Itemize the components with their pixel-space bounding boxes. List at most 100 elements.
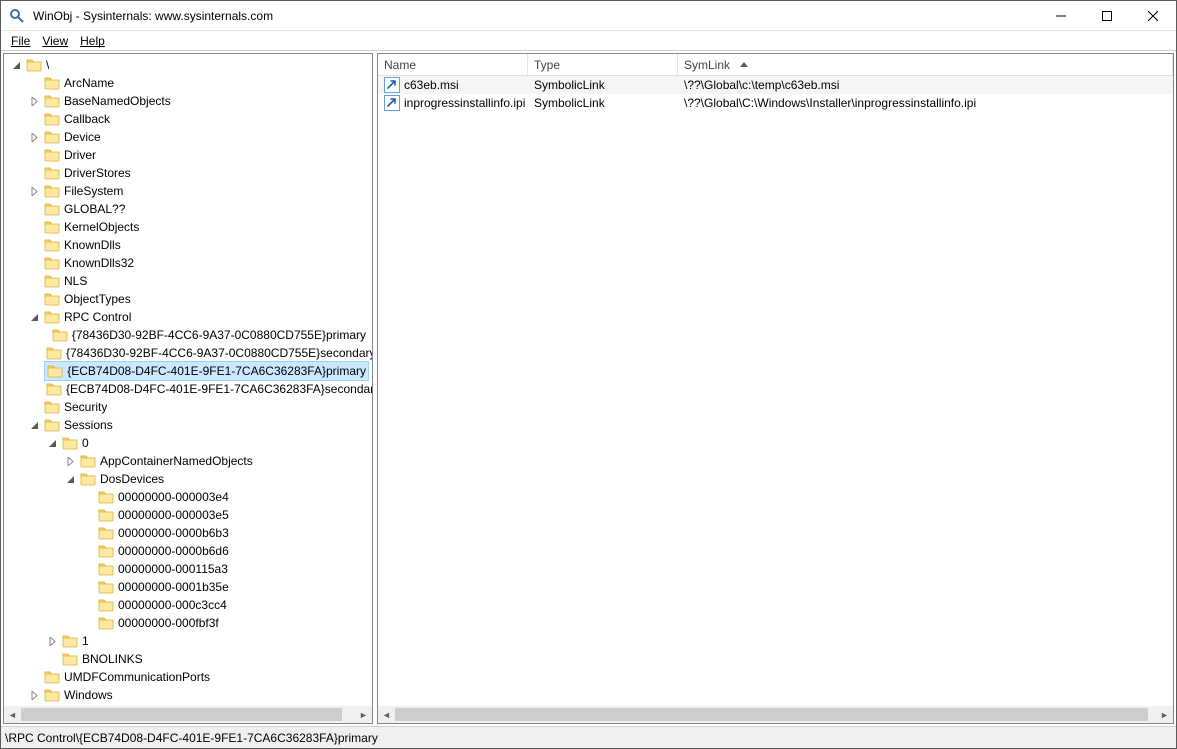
- expander-open-icon[interactable]: [26, 309, 42, 325]
- tree-item[interactable]: KernelObjects: [4, 218, 372, 236]
- scroll-right-icon[interactable]: ►: [1156, 706, 1173, 723]
- folder-icon: [80, 471, 96, 487]
- tree-item-label: 0: [82, 436, 89, 450]
- expander-open-icon[interactable]: [62, 471, 78, 487]
- tree-item[interactable]: FileSystem: [4, 182, 372, 200]
- folder-icon: [98, 525, 114, 541]
- expander-open-icon[interactable]: [8, 57, 24, 73]
- tree-item[interactable]: DosDevices: [4, 470, 372, 488]
- tree-item-label: {78436D30-92BF-4CC6-9A37-0C0880CD755E}pr…: [72, 328, 366, 342]
- tree-item[interactable]: {78436D30-92BF-4CC6-9A37-0C0880CD755E}pr…: [4, 326, 372, 344]
- folder-icon: [44, 687, 60, 703]
- tree-item[interactable]: 00000000-000003e5: [4, 506, 372, 524]
- folder-icon: [46, 345, 62, 361]
- cell-name: c63eb.msi: [378, 77, 528, 93]
- maximize-button[interactable]: [1084, 1, 1130, 31]
- folder-icon: [98, 543, 114, 559]
- tree-item[interactable]: GLOBAL??: [4, 200, 372, 218]
- tree-item[interactable]: Security: [4, 398, 372, 416]
- tree-item[interactable]: Sessions: [4, 416, 372, 434]
- tree-item-label: GLOBAL??: [64, 202, 125, 216]
- menu-view[interactable]: View: [36, 33, 74, 49]
- menu-help[interactable]: Help: [74, 33, 111, 49]
- tree-item[interactable]: {78436D30-92BF-4CC6-9A37-0C0880CD755E}se…: [4, 344, 372, 362]
- tree-item[interactable]: \: [4, 56, 372, 74]
- tree-item-label: FileSystem: [64, 184, 123, 198]
- folder-icon: [52, 327, 68, 343]
- tree-item[interactable]: 00000000-0000b6d6: [4, 542, 372, 560]
- tree-item[interactable]: 1: [4, 632, 372, 650]
- list-view[interactable]: c63eb.msiSymbolicLink\??\Global\c:\temp\…: [378, 76, 1173, 706]
- tree-item[interactable]: 0: [4, 434, 372, 452]
- cell-name: inprogressinstallinfo.ipi: [378, 95, 528, 111]
- tree-item[interactable]: Windows: [4, 686, 372, 704]
- cell-symlink: \??\Global\C:\Windows\Installer\inprogre…: [678, 96, 1173, 110]
- tree-view[interactable]: \ArcNameBaseNamedObjectsCallbackDevice Dr…: [4, 54, 372, 706]
- menu-file[interactable]: File: [5, 33, 36, 49]
- tree-item[interactable]: DriverStores: [4, 164, 372, 182]
- scroll-left-icon[interactable]: ◄: [4, 706, 21, 723]
- tree-item[interactable]: RPC Control: [4, 308, 372, 326]
- tree-hscrollbar[interactable]: ◄ ►: [4, 706, 372, 723]
- tree-item[interactable]: UMDFCommunicationPorts: [4, 668, 372, 686]
- expander-closed-icon[interactable]: [26, 687, 42, 703]
- cell-type: SymbolicLink: [528, 96, 678, 110]
- expander-closed-icon[interactable]: [26, 93, 42, 109]
- list-row[interactable]: c63eb.msiSymbolicLink\??\Global\c:\temp\…: [378, 76, 1173, 94]
- tree-item[interactable]: ObjectTypes: [4, 290, 372, 308]
- app-icon: [9, 8, 25, 24]
- tree-item[interactable]: BaseNamedObjects: [4, 92, 372, 110]
- tree-item-label: KernelObjects: [64, 220, 139, 234]
- scroll-right-icon[interactable]: ►: [355, 706, 372, 723]
- client-area: \ArcNameBaseNamedObjectsCallbackDevice Dr…: [1, 51, 1176, 726]
- tree-item[interactable]: 00000000-000c3cc4: [4, 596, 372, 614]
- tree-item[interactable]: 00000000-0001b35e: [4, 578, 372, 596]
- tree-item[interactable]: BNOLINKS: [4, 650, 372, 668]
- close-button[interactable]: [1130, 1, 1176, 31]
- column-header-symlink[interactable]: SymLink: [678, 54, 1173, 75]
- menu-file-label: File: [11, 34, 30, 48]
- column-header-type[interactable]: Type: [528, 54, 678, 75]
- tree-item[interactable]: Callback: [4, 110, 372, 128]
- shortcut-icon: [384, 95, 400, 111]
- folder-icon: [44, 399, 60, 415]
- tree-item[interactable]: 00000000-000115a3: [4, 560, 372, 578]
- tree-item[interactable]: 00000000-0000b6b3: [4, 524, 372, 542]
- tree-item[interactable]: KnownDlls32: [4, 254, 372, 272]
- folder-icon: [44, 93, 60, 109]
- tree-item[interactable]: ArcName: [4, 74, 372, 92]
- tree-item-label: 1: [82, 634, 89, 648]
- tree-item[interactable]: 00000000-000fbf3f: [4, 614, 372, 632]
- tree-item-label: RPC Control: [64, 310, 131, 324]
- folder-icon: [98, 489, 114, 505]
- scroll-left-icon[interactable]: ◄: [378, 706, 395, 723]
- tree-item[interactable]: NLS: [4, 272, 372, 290]
- cell-type: SymbolicLink: [528, 78, 678, 92]
- tree-item[interactable]: AppContainerNamedObjects: [4, 452, 372, 470]
- tree-item[interactable]: 00000000-000003e4: [4, 488, 372, 506]
- tree-item[interactable]: {ECB74D08-D4FC-401E-9FE1-7CA6C36283FA}pr…: [4, 362, 372, 380]
- list-hscrollbar[interactable]: ◄ ►: [378, 706, 1173, 723]
- folder-icon: [44, 129, 60, 145]
- list-pane: Name Type SymLink c63eb.msiSymbolicLink\…: [377, 53, 1174, 724]
- tree-item[interactable]: Device: [4, 128, 372, 146]
- tree-item-label: Driver: [64, 148, 96, 162]
- tree-item[interactable]: {ECB74D08-D4FC-401E-9FE1-7CA6C36283FA}se…: [4, 380, 372, 398]
- shortcut-icon: [384, 77, 400, 93]
- expander-closed-icon[interactable]: [26, 129, 42, 145]
- folder-icon: [62, 651, 78, 667]
- menu-help-label: Help: [80, 34, 105, 48]
- expander-closed-icon[interactable]: [26, 183, 42, 199]
- folder-icon: [26, 57, 42, 73]
- tree-item[interactable]: Driver: [4, 146, 372, 164]
- folder-icon: [44, 75, 60, 91]
- expander-open-icon[interactable]: [44, 435, 60, 451]
- column-header-name[interactable]: Name: [378, 54, 528, 75]
- minimize-button[interactable]: [1038, 1, 1084, 31]
- folder-icon: [98, 597, 114, 613]
- expander-closed-icon[interactable]: [62, 453, 78, 469]
- expander-open-icon[interactable]: [26, 417, 42, 433]
- tree-item[interactable]: KnownDlls: [4, 236, 372, 254]
- list-row[interactable]: inprogressinstallinfo.ipiSymbolicLink\??…: [378, 94, 1173, 112]
- expander-closed-icon[interactable]: [44, 633, 60, 649]
